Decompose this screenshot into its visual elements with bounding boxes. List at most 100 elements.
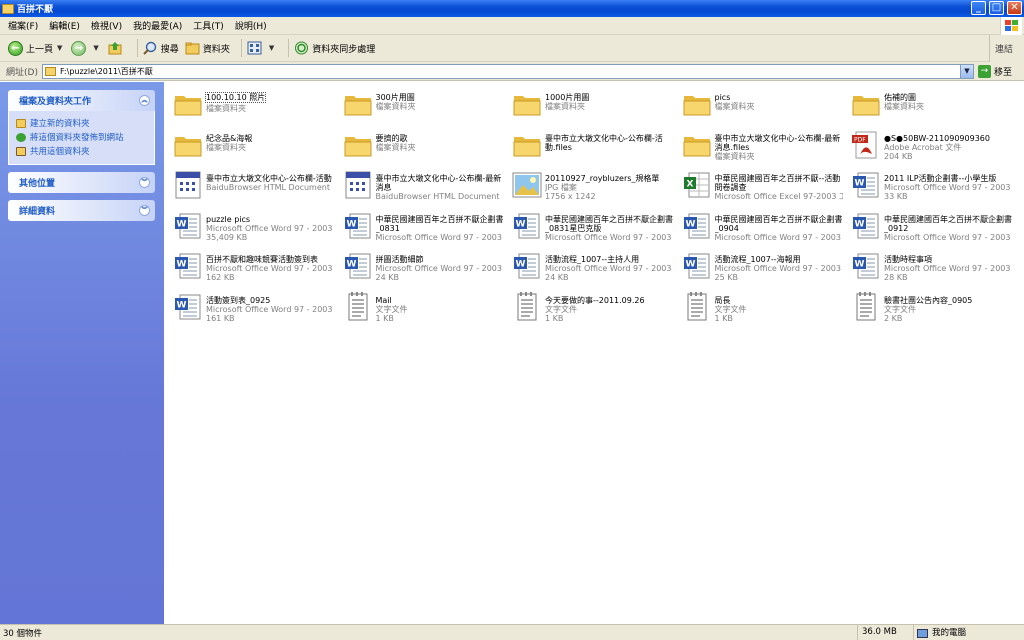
chevron-down-icon[interactable]: ▼ bbox=[269, 44, 274, 52]
file-name: 中華民國建國百年之百拼不厭企劃書_0904 bbox=[714, 214, 843, 233]
folders-button[interactable]: 資料夾 bbox=[185, 41, 230, 55]
search-icon bbox=[143, 41, 156, 55]
file-item[interactable]: pics 檔案資料夾 bbox=[675, 85, 843, 125]
task-publish-folder[interactable]: 將這個資料夾發佈到網站 bbox=[16, 130, 148, 144]
other-places-panel[interactable]: 其他位置 ︾ bbox=[8, 172, 155, 193]
tasks-panel-header[interactable]: 檔案及資料夾工作 ︽ bbox=[8, 90, 155, 111]
menu-file[interactable]: 檔案(F) bbox=[8, 19, 38, 32]
file-item[interactable]: 今天要做的事--2011.09.26 文字文件 1 KB bbox=[505, 288, 673, 328]
menu-edit[interactable]: 編輯(E) bbox=[49, 19, 80, 32]
file-name: 要擠的歌 bbox=[375, 133, 408, 143]
chevron-down-icon[interactable]: ▼ bbox=[57, 44, 62, 52]
svg-text:W: W bbox=[855, 219, 865, 229]
task-pane: 檔案及資料夾工作 ︽ 建立新的資料夾 將這個資料夾發佈到網站 共用這個資料夾 其… bbox=[0, 82, 164, 624]
file-name: 100.10.10 照片 bbox=[204, 92, 267, 103]
file-item[interactable]: W 中華民國建國百年之百拼不厭企劃書_0831 Microsoft Office W… bbox=[336, 207, 504, 247]
file-item[interactable]: W 百拼不厭和趣味競賽活動簽到表 Microsoft Office Word 97 … bbox=[166, 247, 334, 287]
file-type: Microsoft Office Word 97 - 2003 ... bbox=[545, 232, 673, 242]
address-label: 網址(D) bbox=[6, 67, 38, 78]
close-button[interactable]: ✕ bbox=[1007, 1, 1022, 15]
file-item[interactable]: 臺中市立大墩文化中心-公布欄-活動.files bbox=[505, 126, 673, 166]
minimize-button[interactable]: _ bbox=[971, 1, 986, 15]
views-button[interactable]: ▼ bbox=[247, 41, 277, 55]
folder-icon bbox=[342, 88, 374, 120]
file-item[interactable]: Wpuzzle pics Microsoft Office Word 97 - 2… bbox=[166, 207, 334, 247]
file-detail: 1 KB bbox=[714, 313, 733, 323]
file-name: 局長 bbox=[714, 295, 731, 305]
file-item[interactable]: PDF ●S●50BW-211090909360 Adobe Acrobat 文件 2… bbox=[844, 126, 1012, 166]
menu-favorites[interactable]: 我的最愛(A) bbox=[133, 19, 182, 32]
svg-text:PDF: PDF bbox=[854, 136, 866, 143]
file-item[interactable]: W 中華民國建國百年之百拼不厭企劃書_0831星巴克版 Microsoft Offi… bbox=[505, 207, 673, 247]
back-button[interactable]: ← 上一頁 ▼ bbox=[8, 40, 65, 56]
word-icon: W bbox=[342, 210, 374, 242]
maximize-button[interactable]: □ bbox=[989, 1, 1004, 15]
file-name: 活動流程_1007--海報用 bbox=[714, 255, 801, 264]
file-item[interactable]: 100.10.10 照片 檔案資料夾 bbox=[166, 85, 334, 125]
folder-sync-label: 資料夾同步處理 bbox=[312, 44, 376, 55]
file-item[interactable]: 臺中市立大墩文化中心-公布欄-最新消息.files 檔案資料夾 bbox=[675, 126, 843, 166]
file-item[interactable]: 要擠的歌 檔案資料夾 bbox=[336, 126, 504, 166]
file-detail: 162 KB bbox=[206, 273, 235, 282]
file-item[interactable]: 1000片用圖 檔案資料夾 bbox=[505, 85, 673, 125]
file-item[interactable]: 臺中市立大墩文化中心-公布欄-最新消息 BaiduBrowser HTML Doc… bbox=[336, 166, 504, 206]
file-item[interactable]: W 活動流程_1007--海報用 Microsoft Office Word 97 … bbox=[675, 247, 843, 287]
file-item[interactable]: 20110927_roybluzers_規格單 JPG 檔案 1756 x 1242 bbox=[505, 166, 673, 206]
file-name: 拼圖活動細節 bbox=[375, 255, 424, 264]
file-item[interactable]: W 活動時程事項 Microsoft Office Word 97 - 2003 .… bbox=[844, 247, 1012, 287]
file-item[interactable]: Mail 文字文件 1 KB bbox=[336, 288, 504, 328]
file-item[interactable]: W 2011 ILP活動企劃書--小學生版 Microsoft Office Wor… bbox=[844, 166, 1012, 206]
search-button[interactable]: 搜尋 bbox=[143, 41, 179, 55]
file-name: 臺中市立大墩文化中心-公布欄-活動.files bbox=[545, 133, 663, 152]
file-name: 臺中市立大墩文化中心-公布欄-最新消息.files bbox=[714, 133, 841, 152]
address-path: F:\puzzle\2011\百拼不厭 bbox=[59, 66, 153, 76]
go-button[interactable]: → 移至 bbox=[977, 64, 1012, 78]
file-item[interactable]: W 活動流程_1007--主持人用 Microsoft Office Word 97… bbox=[505, 247, 673, 287]
menu-view[interactable]: 檢視(V) bbox=[91, 19, 122, 32]
folders-label: 資料夾 bbox=[202, 44, 230, 55]
location-cell: 我的電腦 bbox=[913, 625, 966, 640]
menu-help[interactable]: 說明(H) bbox=[235, 19, 267, 32]
file-item[interactable]: 臺中市立大墩文化中心-公布欄-活動 BaiduBrowser HTML Docum… bbox=[166, 166, 334, 206]
svg-text:X: X bbox=[686, 180, 693, 190]
file-name: ●S●50BW-211090909360 bbox=[884, 133, 990, 143]
chevron-down-icon[interactable]: ▼ bbox=[93, 44, 98, 52]
file-name: 300片用圖 bbox=[375, 93, 415, 102]
file-item[interactable]: 紀念品&海報 檔案資料夾 bbox=[166, 126, 334, 166]
task-share-folder[interactable]: 共用這個資料夾 bbox=[16, 144, 148, 158]
file-detail: 35,409 KB bbox=[206, 232, 248, 242]
up-folder-button[interactable] bbox=[108, 41, 126, 55]
task-new-folder[interactable]: 建立新的資料夾 bbox=[16, 116, 148, 130]
address-dropdown-button[interactable]: ▼ bbox=[959, 64, 973, 78]
file-type: Microsoft Office Word 97 - 2003 ... bbox=[206, 304, 334, 314]
file-item[interactable]: W 中華民國建國百年之百拼不厭企劃書_0904 Microsoft Office W… bbox=[675, 207, 843, 247]
file-detail: 1 KB bbox=[375, 313, 394, 323]
file-item[interactable]: 佑補的圖 檔案資料夾 bbox=[844, 85, 1012, 125]
folder-icon bbox=[511, 88, 543, 120]
task-label: 建立新的資料夾 bbox=[30, 119, 90, 129]
title-bar[interactable]: 百拼不厭 _ □ ✕ bbox=[0, 0, 1024, 17]
word-icon: W bbox=[172, 210, 204, 242]
file-item[interactable]: W 活動簽到表_0925 Microsoft Office Word 97 - 20… bbox=[166, 288, 334, 328]
file-type: 檔案資料夾 bbox=[206, 142, 246, 152]
file-item[interactable]: W 中華民國建國百年之百拼不厭企劃書_0912 Microsoft Office W… bbox=[844, 207, 1012, 247]
file-item[interactable]: 局長 文字文件 1 KB bbox=[675, 288, 843, 328]
file-item[interactable]: X 中華民國建國百年之百拼不厭--活動問卷調查 Microsoft Office E… bbox=[675, 166, 843, 206]
other-places-title: 其他位置 bbox=[19, 179, 56, 189]
file-name: 中華民國建國百年之百拼不厭企劃書_0831星巴克版 bbox=[545, 214, 673, 233]
folder-sync-button[interactable]: 資料夾同步處理 bbox=[294, 41, 375, 55]
file-item[interactable]: 驗書社團公告內容_0905 文字文件 2 KB bbox=[844, 288, 1012, 328]
forward-button[interactable]: → ▼ bbox=[71, 40, 101, 56]
links-toolbar[interactable]: 連結 bbox=[989, 35, 1024, 62]
details-panel[interactable]: 詳細資料 ︾ bbox=[8, 200, 155, 221]
file-item[interactable]: W 拼圖活動細節 Microsoft Office Word 97 - 2003 .… bbox=[336, 247, 504, 287]
file-type: Microsoft Office Word 97 - 2003 ... bbox=[714, 264, 843, 273]
menu-tools[interactable]: 工具(T) bbox=[193, 19, 224, 32]
up-folder-icon bbox=[108, 42, 122, 55]
collapse-icon[interactable]: ︽ bbox=[139, 95, 150, 106]
expand-icon[interactable]: ︾ bbox=[139, 177, 150, 188]
expand-icon[interactable]: ︾ bbox=[139, 205, 150, 216]
file-item[interactable]: 300片用圖 檔案資料夾 bbox=[336, 85, 504, 125]
address-input[interactable]: F:\puzzle\2011\百拼不厭 ▼ bbox=[41, 63, 974, 79]
file-type: Microsoft Office Word 97 - 2003 ... bbox=[884, 183, 1012, 192]
